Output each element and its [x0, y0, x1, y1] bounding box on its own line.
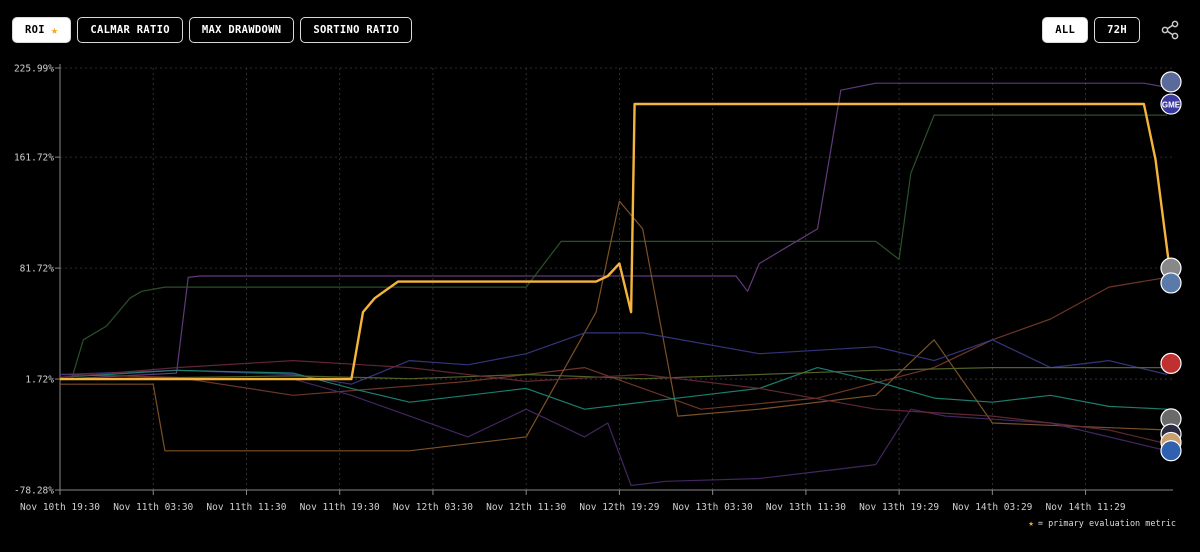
y-tick-label: -78.28%: [14, 486, 54, 497]
x-tick-label: Nov 12th 03:30: [393, 502, 473, 513]
series-line: [59, 367, 1168, 410]
roi-line-chart: 225.99% 161.72% 81.72% 1.72% -78.28% Nov 10th…: [14, 64, 1182, 513]
series-end-avatar: [1160, 71, 1182, 93]
series-line: [59, 114, 1168, 380]
x-tick-label: Nov 11th 03:30: [113, 502, 193, 513]
x-tick-label: Nov 12th 11:30: [486, 502, 566, 513]
series-end-avatar: [1160, 352, 1182, 375]
y-tick-label: 1.72%: [25, 375, 54, 386]
avatar-label: GME: [1162, 101, 1181, 110]
series-line: [59, 360, 1168, 445]
x-tick-label: Nov 14th 03:29: [952, 502, 1032, 513]
series-end-avatar: [1160, 272, 1182, 294]
x-tick-label: Nov 12th 19:29: [579, 502, 659, 513]
x-tick-label: Nov 11th 11:30: [206, 502, 286, 513]
footnote-text: = primary evaluation metric: [1037, 519, 1176, 529]
x-tick-label: Nov 13th 19:29: [859, 502, 939, 513]
footnote-star-icon: ★: [1028, 518, 1034, 529]
series-line: [59, 367, 1168, 380]
series-end-avatar: [1160, 440, 1182, 462]
y-tick-label: 161.72%: [14, 153, 54, 164]
x-tick-label: Nov 10th 19:30: [20, 502, 100, 513]
y-tick-label: 81.72%: [20, 264, 55, 275]
x-tick-label: Nov 14th 11:29: [1046, 502, 1126, 513]
y-tick-label: 225.99%: [14, 64, 54, 75]
x-tick-label: Nov 11th 19:30: [300, 502, 380, 513]
x-tick-label: Nov 13th 11:30: [766, 502, 846, 513]
series-line: [59, 276, 1168, 410]
series-line: [60, 200, 1168, 452]
x-tick-label: Nov 13th 03:30: [673, 502, 753, 513]
series-line: [60, 378, 1168, 487]
footnote: ★ = primary evaluation metric: [1028, 519, 1176, 529]
